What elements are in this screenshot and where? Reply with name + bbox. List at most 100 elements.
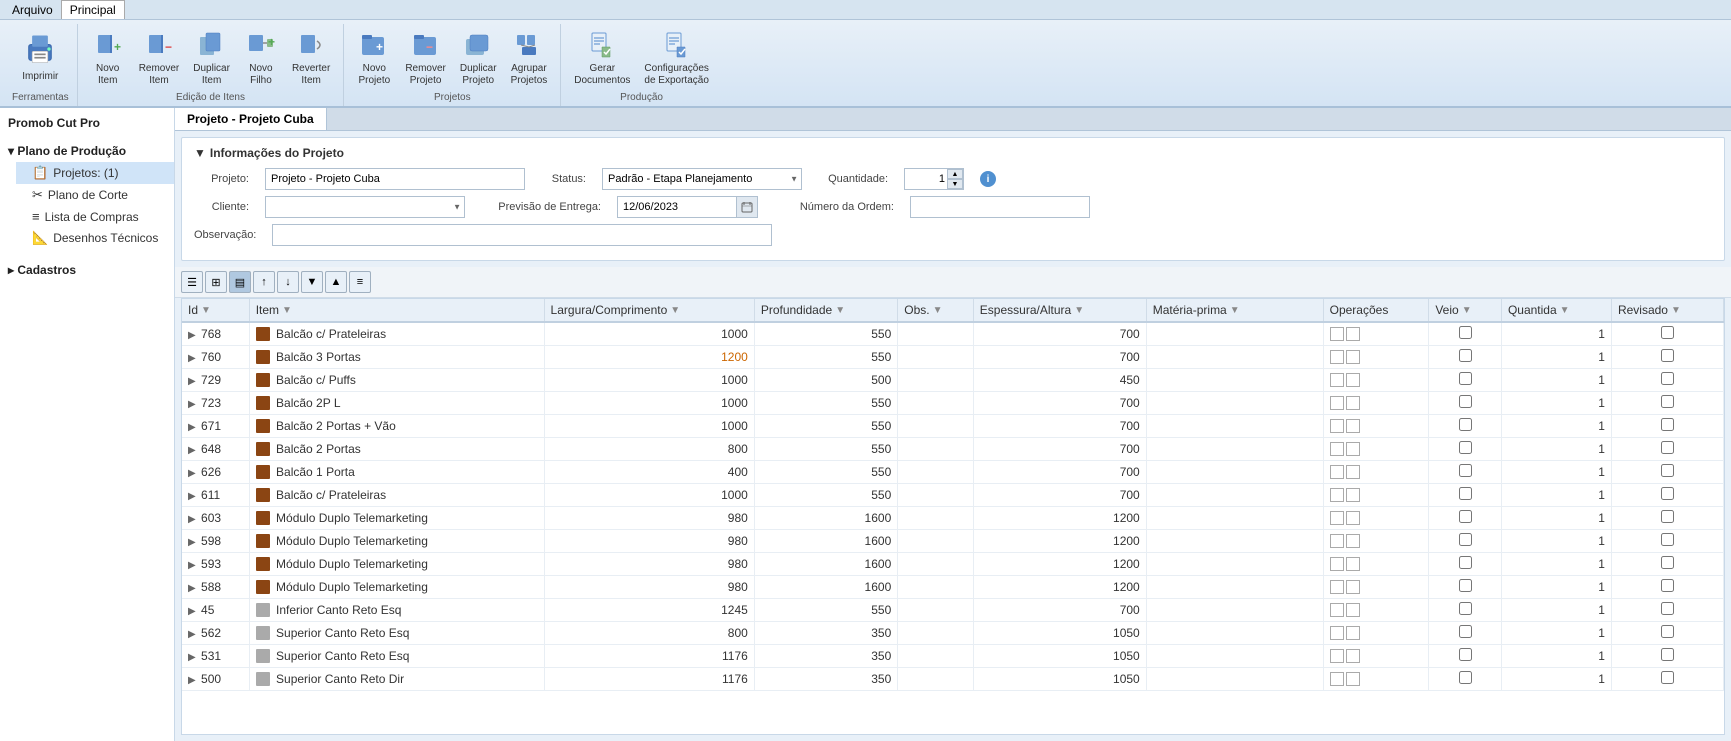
expand-icon[interactable]: ▶ (188, 399, 196, 410)
largura-filter-icon[interactable]: ▼ (670, 305, 680, 316)
sidebar-item-plano-corte[interactable]: ✂ Plano de Corte (16, 184, 174, 206)
ops-checkbox1[interactable] (1330, 488, 1344, 502)
revisado-checkbox[interactable] (1661, 372, 1674, 385)
col-materia[interactable]: Matéria-prima ▼ (1146, 299, 1323, 322)
ops-checkbox1[interactable] (1330, 465, 1344, 479)
expand-icon[interactable]: ▶ (188, 422, 196, 433)
ops-checkbox2[interactable] (1346, 626, 1360, 640)
menu-principal[interactable]: Principal (61, 0, 125, 19)
expand-icon[interactable]: ▶ (188, 606, 196, 617)
sidebar-section-cadastros[interactable]: ▸ Cadastros (0, 259, 174, 281)
veio-checkbox[interactable] (1459, 671, 1472, 684)
sidebar-item-desenhos[interactable]: 📐 Desenhos Técnicos (16, 227, 174, 249)
imprimir-button[interactable]: Imprimir (15, 26, 65, 86)
expand-icon[interactable]: ▶ (188, 445, 196, 456)
revisado-checkbox[interactable] (1661, 326, 1674, 339)
col-operacoes[interactable]: Operações (1323, 299, 1429, 322)
previsao-input[interactable] (617, 196, 737, 218)
ops-checkbox1[interactable] (1330, 557, 1344, 571)
veio-checkbox[interactable] (1459, 510, 1472, 523)
col-obs[interactable]: Obs. ▼ (898, 299, 974, 322)
materia-filter-icon[interactable]: ▼ (1230, 305, 1240, 316)
tb4-button[interactable]: ↑ (253, 271, 275, 293)
veio-checkbox[interactable] (1459, 625, 1472, 638)
col-id[interactable]: Id ▼ (182, 299, 249, 322)
ops-checkbox2[interactable] (1346, 534, 1360, 548)
reverter-item-button[interactable]: Reverter Item (287, 26, 335, 90)
gerar-documentos-button[interactable]: Gerar Documentos (569, 26, 635, 90)
sidebar-item-projetos[interactable]: 📋 Projetos: (1) (16, 162, 174, 184)
spinner-up[interactable]: ▲ (947, 169, 963, 179)
revisado-checkbox[interactable] (1661, 533, 1674, 546)
expand-icon[interactable]: ▶ (188, 537, 196, 548)
ops-checkbox1[interactable] (1330, 511, 1344, 525)
tb5-button[interactable]: ↓ (277, 271, 299, 293)
ops-checkbox2[interactable] (1346, 672, 1360, 686)
ops-checkbox2[interactable] (1346, 442, 1360, 456)
revisado-checkbox[interactable] (1661, 510, 1674, 523)
ops-checkbox1[interactable] (1330, 626, 1344, 640)
tb3-button[interactable]: ▤ (229, 271, 251, 293)
ops-checkbox1[interactable] (1330, 419, 1344, 433)
veio-checkbox[interactable] (1459, 395, 1472, 408)
ops-checkbox2[interactable] (1346, 603, 1360, 617)
revisado-checkbox[interactable] (1661, 602, 1674, 615)
remover-item-button[interactable]: − Remover Item (134, 26, 185, 90)
menu-arquivo[interactable]: Arquivo (4, 1, 61, 19)
tb6-button[interactable]: ▼ (301, 271, 323, 293)
expand-icon[interactable]: ▶ (188, 468, 196, 479)
col-quantidade[interactable]: Quantida ▼ (1501, 299, 1611, 322)
cliente-select[interactable] (265, 196, 465, 218)
ops-checkbox2[interactable] (1346, 649, 1360, 663)
status-select[interactable]: Padrão - Etapa Planejamento (602, 168, 802, 190)
ops-checkbox2[interactable] (1346, 419, 1360, 433)
numero-ordem-input[interactable] (910, 196, 1090, 218)
col-veio[interactable]: Veio ▼ (1429, 299, 1502, 322)
novo-item-button[interactable]: + Novo Item (86, 26, 130, 90)
veio-checkbox[interactable] (1459, 349, 1472, 362)
ops-checkbox1[interactable] (1330, 603, 1344, 617)
expand-icon[interactable]: ▶ (188, 353, 196, 364)
rev-filter-icon[interactable]: ▼ (1671, 305, 1681, 316)
veio-checkbox[interactable] (1459, 533, 1472, 546)
expand-icon[interactable]: ▶ (188, 675, 196, 686)
ops-checkbox2[interactable] (1346, 327, 1360, 341)
expand-icon[interactable]: ▶ (188, 629, 196, 640)
col-profundidade[interactable]: Profundidade ▼ (754, 299, 897, 322)
expand-icon[interactable]: ▶ (188, 376, 196, 387)
tb7-button[interactable]: ▲ (325, 271, 347, 293)
veio-checkbox[interactable] (1459, 441, 1472, 454)
veio-checkbox[interactable] (1459, 372, 1472, 385)
veio-checkbox[interactable] (1459, 648, 1472, 661)
esp-filter-icon[interactable]: ▼ (1074, 305, 1084, 316)
tb1-button[interactable]: ☰ (181, 271, 203, 293)
ops-checkbox2[interactable] (1346, 373, 1360, 387)
collapse-icon[interactable]: ▼ (194, 146, 206, 160)
expand-icon[interactable]: ▶ (188, 330, 196, 341)
veio-checkbox[interactable] (1459, 487, 1472, 500)
ops-checkbox2[interactable] (1346, 350, 1360, 364)
veio-checkbox[interactable] (1459, 579, 1472, 592)
veio-filter-icon[interactable]: ▼ (1462, 305, 1472, 316)
projeto-input[interactable] (265, 168, 525, 190)
tab-projeto[interactable]: Projeto - Projeto Cuba (175, 108, 327, 130)
revisado-checkbox[interactable] (1661, 556, 1674, 569)
ops-checkbox1[interactable] (1330, 350, 1344, 364)
revisado-checkbox[interactable] (1661, 579, 1674, 592)
revisado-checkbox[interactable] (1661, 671, 1674, 684)
id-filter-icon[interactable]: ▼ (201, 305, 211, 316)
remover-projeto-button[interactable]: − Remover Projeto (400, 26, 451, 90)
expand-icon[interactable]: ▶ (188, 583, 196, 594)
revisado-checkbox[interactable] (1661, 648, 1674, 661)
ops-checkbox1[interactable] (1330, 442, 1344, 456)
veio-checkbox[interactable] (1459, 418, 1472, 431)
revisado-checkbox[interactable] (1661, 487, 1674, 500)
col-largura[interactable]: Largura/Comprimento ▼ (544, 299, 754, 322)
revisado-checkbox[interactable] (1661, 625, 1674, 638)
table-container[interactable]: Id ▼ Item ▼ Largura/Comp (181, 298, 1725, 735)
agrupar-projetos-button[interactable]: Agrupar Projetos (506, 26, 553, 90)
ops-checkbox2[interactable] (1346, 396, 1360, 410)
col-revisado[interactable]: Revisado ▼ (1611, 299, 1723, 322)
expand-icon[interactable]: ▶ (188, 514, 196, 525)
ops-checkbox2[interactable] (1346, 557, 1360, 571)
